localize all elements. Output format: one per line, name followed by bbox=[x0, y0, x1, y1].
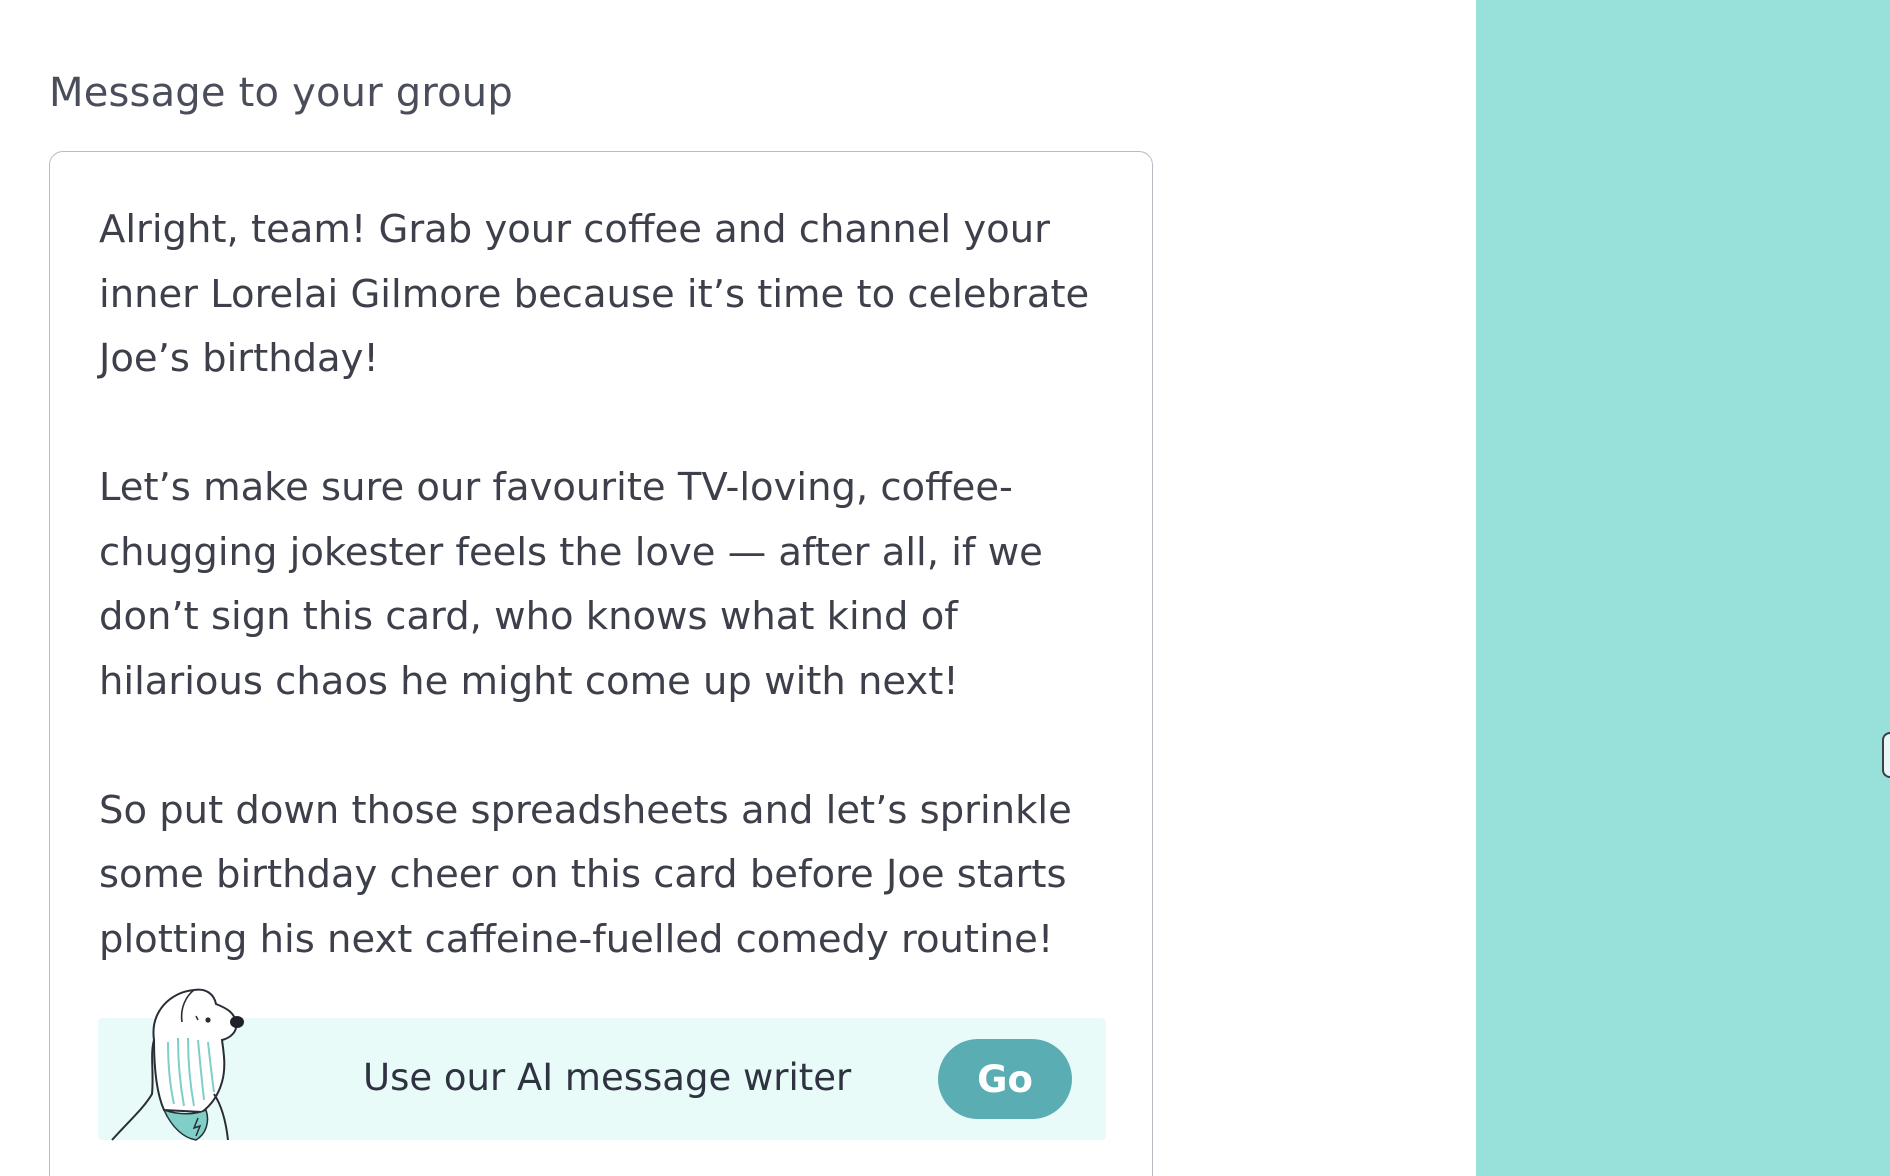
scroll-handle[interactable] bbox=[1882, 732, 1890, 778]
section-title: Message to your group bbox=[49, 70, 513, 116]
card-preview-panel bbox=[1476, 0, 1890, 1176]
go-button[interactable]: Go bbox=[938, 1039, 1072, 1119]
page: Message to your group Alright, team! Gra… bbox=[0, 0, 1890, 1176]
ai-message-writer-label: Use our AI message writer bbox=[363, 1056, 852, 1099]
message-text[interactable]: Alright, team! Grab your coffee and chan… bbox=[99, 198, 1109, 972]
message-textarea[interactable]: Alright, team! Grab your coffee and chan… bbox=[49, 151, 1153, 1176]
ai-message-writer-banner: Use our AI message writer Go bbox=[98, 988, 1106, 1141]
dog-mascot-icon bbox=[111, 988, 244, 1141]
message-panel: Message to your group Alright, team! Gra… bbox=[0, 0, 1476, 1176]
